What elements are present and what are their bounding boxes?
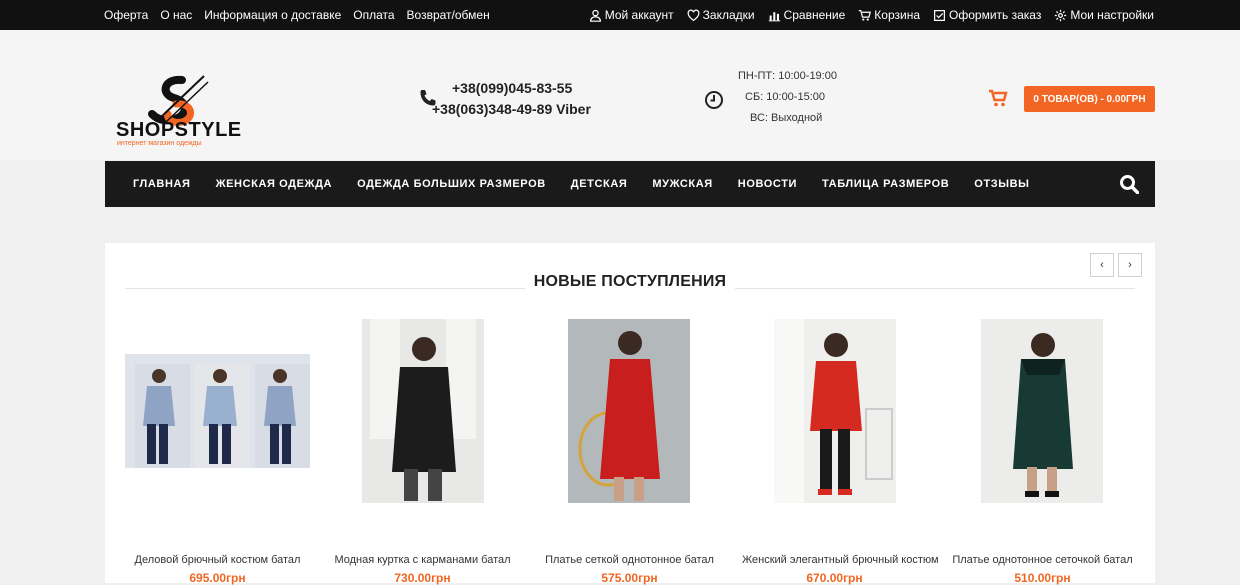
section-title: НОВЫЕ ПОСТУПЛЕНИЯ xyxy=(533,273,727,290)
nav-kids[interactable]: ДЕТСКАЯ xyxy=(571,178,628,190)
link-offer[interactable]: Оферта xyxy=(104,8,148,22)
nav-plus-size[interactable]: ОДЕЖДА БОЛЬШИХ РАЗМЕРОВ xyxy=(357,178,546,190)
top-bar: Оферта О нас Информация о доставке Оплат… xyxy=(0,0,1240,30)
link-settings[interactable]: Мои настройки xyxy=(1054,8,1154,22)
link-payment[interactable]: Оплата xyxy=(353,8,394,22)
link-cart-label: Корзина xyxy=(874,8,921,22)
product-name[interactable]: Деловой брючный костюм батал xyxy=(125,554,310,566)
nav-reviews[interactable]: ОТЗЫВЫ xyxy=(974,178,1029,190)
clock-icon xyxy=(705,91,723,109)
product-name[interactable]: Платье однотонное сеточкой батал xyxy=(950,554,1135,566)
link-wishlist-label: Закладки xyxy=(702,8,755,22)
nav-women[interactable]: ЖЕНСКАЯ ОДЕЖДА xyxy=(216,178,333,190)
checkbox-icon xyxy=(934,9,945,21)
link-about[interactable]: О нас xyxy=(160,8,192,22)
product-image[interactable] xyxy=(362,319,484,503)
link-compare[interactable]: Сравнение xyxy=(768,8,846,22)
phone-primary[interactable]: +38(099)045-83-55 xyxy=(452,80,572,96)
nav-home[interactable]: ГЛАВНАЯ xyxy=(133,178,191,190)
product-card[interactable]: Платье однотонное сеточкой батал 510.00г… xyxy=(950,318,1135,585)
search-icon[interactable] xyxy=(1119,174,1139,194)
link-cart[interactable]: Корзина xyxy=(858,8,920,22)
user-icon xyxy=(589,9,601,22)
product-card[interactable]: Женский элегантный брючный костюм 670.00… xyxy=(742,318,939,585)
link-account[interactable]: Мой аккаунт xyxy=(589,8,674,22)
carousel-prev-button[interactable]: ‹ xyxy=(1090,253,1114,277)
top-links-left: Оферта О нас Информация о доставке Оплат… xyxy=(104,0,490,30)
hours-sunday: ВС: Выходной xyxy=(750,112,823,124)
header-cart-icon[interactable] xyxy=(988,88,1008,108)
product-card[interactable]: Модная куртка с карманами батал 730.00гр… xyxy=(330,318,515,585)
logo-subtitle: интернет магазин одежды xyxy=(117,140,202,147)
product-name[interactable]: Женский элегантный брючный костюм xyxy=(742,554,939,566)
cart-icon xyxy=(859,9,872,21)
nav-men[interactable]: МУЖСКАЯ xyxy=(652,178,712,190)
hours-weekdays: ПН-ПТ: 10:00-19:00 xyxy=(738,70,837,82)
nav-news[interactable]: НОВОСТИ xyxy=(738,178,797,190)
product-name[interactable]: Модная куртка с карманами батал xyxy=(330,554,515,566)
carousel-next-button[interactable]: › xyxy=(1118,253,1142,277)
heart-icon xyxy=(687,9,700,21)
cart-summary-button[interactable]: 0 ТОВАР(ОВ) - 0.00ГРН xyxy=(1024,86,1155,112)
link-compare-label: Сравнение xyxy=(783,8,846,22)
gear-icon xyxy=(1055,9,1067,21)
top-links-right: Мой аккаунт Закладки Сравнение Корзина О… xyxy=(589,0,1154,30)
product-image[interactable] xyxy=(568,319,690,503)
link-account-label: Мой аккаунт xyxy=(604,8,674,22)
product-image[interactable] xyxy=(981,319,1103,503)
link-checkout[interactable]: Оформить заказ xyxy=(933,8,1041,22)
bar-chart-icon xyxy=(768,11,780,21)
link-settings-label: Мои настройки xyxy=(1070,8,1154,22)
hours-saturday: СБ: 10:00-15:00 xyxy=(745,91,825,103)
link-delivery[interactable]: Информация о доставке xyxy=(204,8,341,22)
logo-text: SHOPSTYLE xyxy=(116,119,242,141)
phone-viber[interactable]: +38(063)348-49-89 Viber xyxy=(432,101,591,117)
link-returns[interactable]: Возврат/обмен xyxy=(407,8,490,22)
product-card[interactable]: Платье сеткой однотонное батал 575.00грн xyxy=(537,318,722,585)
product-image[interactable] xyxy=(774,319,896,503)
product-image[interactable] xyxy=(125,354,310,468)
nav-size-chart[interactable]: ТАБЛИЦА РАЗМЕРОВ xyxy=(822,178,949,190)
main-navigation: ГЛАВНАЯ ЖЕНСКАЯ ОДЕЖДА ОДЕЖДА БОЛЬШИХ РА… xyxy=(105,161,1155,207)
product-card[interactable]: Деловой брючный костюм батал 695.00грн xyxy=(125,318,310,585)
link-wishlist[interactable]: Закладки xyxy=(687,8,755,22)
product-name[interactable]: Платье сеткой однотонное батал xyxy=(537,554,722,566)
link-checkout-label: Оформить заказ xyxy=(949,8,1042,22)
